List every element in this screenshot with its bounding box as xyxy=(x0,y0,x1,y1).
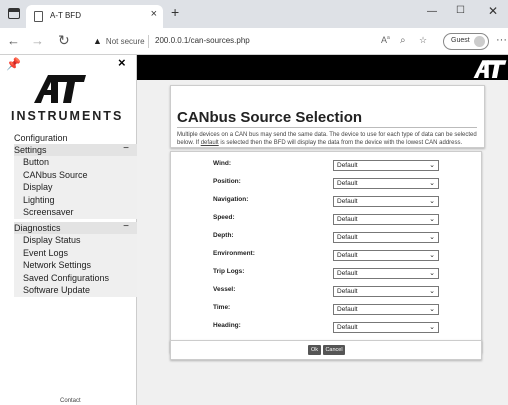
depth-label: Depth: xyxy=(213,232,234,239)
sidebar-item-event-logs[interactable]: Event Logs xyxy=(14,247,137,260)
vessel-label: Vessel: xyxy=(213,286,236,293)
position-label: Position: xyxy=(213,178,241,185)
security-indicator[interactable]: ▲ Not secure xyxy=(93,36,145,46)
chevron-down-icon: ⌄ xyxy=(429,306,435,313)
wind-label: Wind: xyxy=(213,160,231,167)
sidebar-group-diagnostics[interactable]: Diagnostics − xyxy=(14,221,137,234)
url-field[interactable]: 200.0.0.1/can-sources.php xyxy=(155,36,250,45)
guest-profile-button[interactable]: Guest xyxy=(443,33,489,50)
sidebar: 📌 × INSTRUMENTS Configuration Settings −… xyxy=(0,55,137,405)
chevron-down-icon: ⌄ xyxy=(429,180,435,187)
sidebar-item-display-status[interactable]: Display Status xyxy=(14,234,137,247)
heading-select[interactable]: Default ⌄ xyxy=(333,322,439,333)
tab-close-icon[interactable]: × xyxy=(151,8,157,20)
favorites-icon[interactable]: ☆ xyxy=(419,35,427,46)
brand-name: INSTRUMENTS xyxy=(11,109,124,123)
collapse-icon[interactable]: − xyxy=(123,221,129,232)
zoom-icon[interactable]: ⌕ xyxy=(400,35,406,46)
sidebar-item-screensaver[interactable]: Screensaver xyxy=(14,206,137,219)
sidebar-item-display[interactable]: Display xyxy=(14,181,137,194)
chevron-down-icon: ⌄ xyxy=(429,270,435,277)
speed-select[interactable]: Default ⌄ xyxy=(333,214,439,225)
header-band xyxy=(137,55,508,80)
trip-logs-select[interactable]: Default ⌄ xyxy=(333,268,439,279)
chevron-down-icon: ⌄ xyxy=(429,252,435,259)
avatar-icon xyxy=(474,36,485,47)
sidebar-item-saved-configurations[interactable]: Saved Configurations xyxy=(14,272,137,285)
cancel-button[interactable]: Cancel xyxy=(323,345,345,355)
chevron-down-icon: ⌄ xyxy=(429,162,435,169)
environment-select[interactable]: Default ⌄ xyxy=(333,250,439,261)
position-select[interactable]: Default ⌄ xyxy=(333,178,439,189)
more-icon[interactable]: ··· xyxy=(496,34,507,46)
warning-icon: ▲ xyxy=(93,36,102,46)
vessel-select[interactable]: Default ⌄ xyxy=(333,286,439,297)
maximize-icon[interactable]: ☐ xyxy=(456,5,465,16)
reload-icon[interactable]: ↻ xyxy=(58,32,70,49)
sidebar-group-settings[interactable]: Settings − xyxy=(14,143,137,156)
chevron-down-icon: ⌄ xyxy=(429,234,435,241)
window-menu-icon[interactable] xyxy=(8,8,20,19)
minimize-icon[interactable]: — xyxy=(427,6,437,17)
navigation-select[interactable]: Default ⌄ xyxy=(333,196,439,207)
main-content: CANbus Source Selection Multiple devices… xyxy=(137,80,508,405)
sidebar-item-network-settings[interactable]: Network Settings xyxy=(14,259,137,272)
speed-label: Speed: xyxy=(213,214,235,221)
pin-icon[interactable]: 📌 xyxy=(6,57,21,71)
forward-icon[interactable]: → xyxy=(31,33,44,48)
wind-select[interactable]: Default ⌄ xyxy=(333,160,439,171)
time-label: Time: xyxy=(213,304,231,311)
sidebar-item-configuration[interactable]: Configuration xyxy=(14,133,68,143)
header-logo xyxy=(473,60,507,78)
web-page: 📌 × INSTRUMENTS Configuration Settings −… xyxy=(0,55,508,405)
chevron-down-icon: ⌄ xyxy=(429,198,435,205)
collapse-icon[interactable]: − xyxy=(123,143,129,154)
browser-tab[interactable]: A-T BFD × xyxy=(26,5,163,28)
chevron-down-icon: ⌄ xyxy=(429,216,435,223)
default-link[interactable]: default xyxy=(201,140,219,146)
chevron-down-icon: ⌄ xyxy=(429,288,435,295)
settings-list: Button CANbus Source Display Lighting Sc… xyxy=(14,156,137,219)
page-title: CANbus Source Selection xyxy=(177,109,363,126)
read-aloud-icon[interactable]: Aa xyxy=(381,35,390,45)
at-logo xyxy=(34,75,86,103)
tab-title: A-T BFD xyxy=(50,11,81,20)
page-description: Multiple devices on a CAN bus may send t… xyxy=(177,132,477,146)
time-select[interactable]: Default ⌄ xyxy=(333,304,439,315)
depth-select[interactable]: Default ⌄ xyxy=(333,232,439,243)
browser-tab-strip: A-T BFD × + — ☐ ✕ xyxy=(0,0,508,28)
address-bar: ← → ↻ ▲ Not secure 200.0.0.1/can-sources.… xyxy=(0,28,508,55)
heading-label: Heading: xyxy=(213,322,241,329)
ok-button[interactable]: Ok xyxy=(308,345,321,355)
back-icon[interactable]: ← xyxy=(7,33,20,48)
chevron-down-icon: ⌄ xyxy=(429,324,435,331)
trip-logs-label: Trip Logs: xyxy=(213,268,245,275)
sidebar-item-software-update[interactable]: Software Update xyxy=(14,284,137,297)
title-divider xyxy=(177,127,477,128)
sidebar-item-lighting[interactable]: Lighting xyxy=(14,194,137,207)
navigation-label: Navigation: xyxy=(213,196,249,203)
sidebar-item-button[interactable]: Button xyxy=(14,156,137,169)
environment-label: Environment: xyxy=(213,250,255,257)
contact-link[interactable]: Contact xyxy=(60,398,81,404)
new-tab-button[interactable]: + xyxy=(171,4,179,20)
url-separator xyxy=(148,35,149,48)
close-sidebar-icon[interactable]: × xyxy=(118,55,126,70)
page-icon xyxy=(34,11,43,22)
sidebar-item-canbus-source[interactable]: CANbus Source xyxy=(14,169,137,182)
diagnostics-list: Display Status Event Logs Network Settin… xyxy=(14,234,137,297)
window-close-icon[interactable]: ✕ xyxy=(488,4,498,18)
